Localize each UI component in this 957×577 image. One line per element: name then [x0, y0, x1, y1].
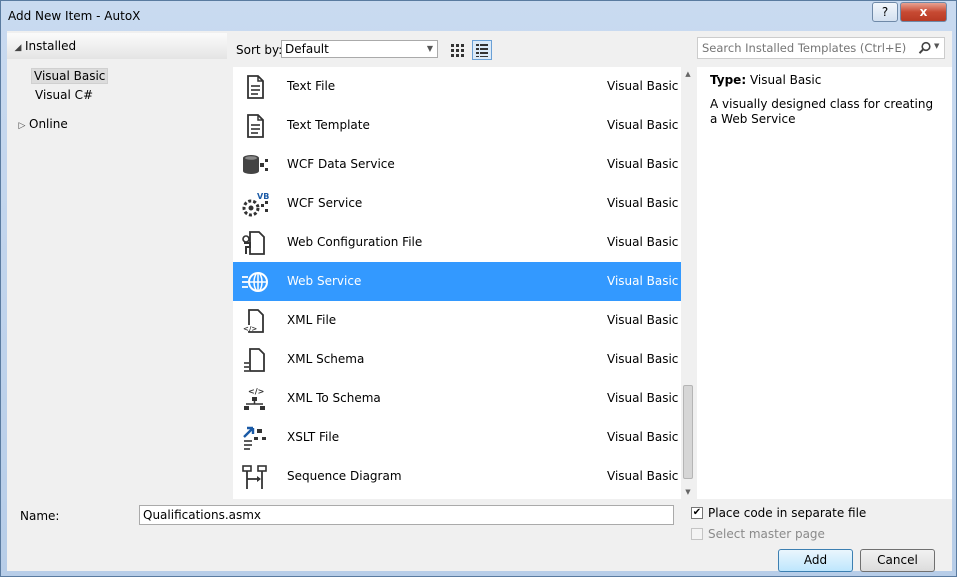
title-bar[interactable]: Add New Item - AutoX ? x	[1, 1, 956, 31]
template-name: Web Configuration File	[287, 235, 423, 249]
list-toolbar: Sort by: Default ▼	[231, 37, 695, 61]
xml-schema-icon	[241, 347, 269, 373]
document-icon	[241, 74, 269, 100]
medium-icons-view-button[interactable]	[447, 40, 467, 60]
template-category: Visual Basic	[607, 157, 679, 171]
svg-text:VB: VB	[257, 192, 269, 201]
template-tree: ◢ Installed Visual Basic Visual C# ▷ Onlin…	[7, 31, 227, 491]
template-category: Visual Basic	[607, 79, 679, 93]
dialog-client: ◢ Installed Visual Basic Visual C# ▷ Onlin…	[7, 31, 952, 572]
sort-by-value: Default	[285, 42, 329, 56]
template-name: XSLT File	[287, 430, 340, 444]
collapsed-triangle-icon[interactable]: ▷	[15, 117, 29, 135]
checkmark-icon: ✔	[692, 507, 702, 518]
grid-view-icon	[451, 44, 464, 57]
scroll-up-icon[interactable]: ▲	[681, 67, 695, 81]
template-category: Visual Basic	[607, 469, 679, 483]
cancel-button[interactable]: Cancel	[860, 549, 935, 572]
type-line: Type: Visual Basic	[710, 73, 821, 87]
svg-text:</>: </>	[248, 387, 264, 396]
expanded-triangle-icon[interactable]: ◢	[11, 39, 25, 57]
tree-item-visual-basic[interactable]: Visual Basic	[31, 67, 109, 85]
wcf-gear-icon: VB	[241, 191, 269, 217]
data-service-icon	[241, 152, 269, 178]
template-row[interactable]: Web Configuration File Visual Basic	[233, 223, 681, 262]
visual-basic-label: Visual Basic	[31, 68, 109, 84]
template-category: Visual Basic	[607, 313, 679, 327]
name-label: Name:	[20, 509, 60, 523]
master-page-label: Select master page	[708, 527, 825, 541]
document-icon	[241, 113, 269, 139]
dropdown-arrow-icon: ▼	[426, 44, 433, 53]
master-page-checkbox[interactable]	[691, 528, 703, 540]
template-row[interactable]: Sequence Diagram Visual Basic	[233, 457, 681, 496]
template-category: Visual Basic	[607, 430, 679, 444]
description-panel: Type: Visual Basic A visually designed c…	[697, 67, 952, 499]
sort-by-label: Sort by:	[236, 43, 283, 57]
search-box[interactable]: ▼	[697, 37, 945, 59]
template-row[interactable]: Text Template Visual Basic	[233, 106, 681, 145]
visual-csharp-label: Visual C#	[35, 88, 94, 102]
close-button[interactable]: x	[900, 2, 947, 22]
template-name: XML File	[287, 313, 337, 327]
type-label: Type:	[710, 73, 747, 87]
search-options-arrow-icon[interactable]: ▼	[934, 42, 939, 50]
sequence-diagram-icon	[241, 464, 269, 490]
template-name: Web Service	[287, 274, 362, 288]
svg-text:</>: </>	[243, 325, 257, 333]
xslt-icon	[241, 425, 269, 451]
search-input[interactable]	[702, 40, 908, 56]
template-row[interactable]: Text File Visual Basic	[233, 67, 681, 106]
template-category: Visual Basic	[607, 118, 679, 132]
tree-item-visual-csharp[interactable]: Visual C#	[35, 86, 93, 104]
template-category: Visual Basic	[607, 274, 679, 288]
help-button[interactable]: ?	[872, 2, 898, 22]
xml-to-schema-icon: </>	[241, 386, 269, 412]
template-row[interactable]: XSLT File Visual Basic	[233, 418, 681, 457]
template-name: Sequence Diagram	[287, 469, 402, 483]
template-row[interactable]: </> XML File Visual Basic	[233, 301, 681, 340]
type-value: Visual Basic	[749, 73, 822, 87]
template-category: Visual Basic	[607, 235, 679, 249]
installed-label: Installed	[25, 39, 77, 53]
template-name: XML Schema	[287, 352, 365, 366]
template-row[interactable]: VB WCF Service Visual Basic	[233, 184, 681, 223]
xml-file-icon: </>	[241, 308, 269, 334]
scroll-thumb[interactable]	[683, 385, 693, 479]
template-category: Visual Basic	[607, 391, 679, 405]
window-title: Add New Item - AutoX	[8, 9, 141, 23]
template-row[interactable]: Web Service Visual Basic	[233, 262, 681, 301]
template-category: Visual Basic	[607, 352, 679, 366]
add-button[interactable]: Add	[778, 549, 853, 572]
sort-by-select[interactable]: Default ▼	[281, 40, 438, 58]
online-label: Online	[29, 117, 68, 131]
item-description: A visually designed class for creating a…	[710, 97, 934, 126]
template-name: XML To Schema	[287, 391, 381, 405]
template-category: Visual Basic	[607, 196, 679, 210]
place-code-label: Place code in separate file	[708, 506, 867, 520]
config-file-icon	[241, 230, 269, 256]
scroll-down-icon[interactable]: ▼	[681, 485, 695, 499]
name-field[interactable]	[139, 505, 674, 525]
template-row[interactable]: XML Schema Visual Basic	[233, 340, 681, 379]
details-pane: ▼ Type: Visual Basic A visually designed…	[697, 31, 952, 499]
template-row[interactable]: WCF Data Service Visual Basic	[233, 145, 681, 184]
tree-node-online[interactable]: ▷ Online	[15, 115, 68, 133]
template-name: WCF Service	[287, 196, 363, 210]
place-code-checkbox[interactable]: ✔	[691, 507, 703, 519]
globe-service-icon	[241, 269, 269, 295]
details-view-button[interactable]	[472, 40, 492, 60]
template-name: WCF Data Service	[287, 157, 395, 171]
search-icon[interactable]	[918, 41, 932, 55]
template-name: Text Template	[287, 118, 370, 132]
list-view-icon	[476, 44, 488, 57]
dialog-window: Add New Item - AutoX ? x ◢ Installed Visu…	[0, 0, 957, 577]
tree-node-installed[interactable]: ◢ Installed	[7, 33, 227, 59]
template-list[interactable]: Text File Visual Basic Text Template Visual…	[233, 67, 681, 499]
template-name: Text File	[287, 79, 336, 93]
list-scrollbar[interactable]: ▲ ▼	[681, 67, 695, 499]
template-row[interactable]: </> XML To Schema Visual Basic	[233, 379, 681, 418]
template-list-area: Sort by: Default ▼ Text File Visual Basi…	[231, 31, 695, 499]
